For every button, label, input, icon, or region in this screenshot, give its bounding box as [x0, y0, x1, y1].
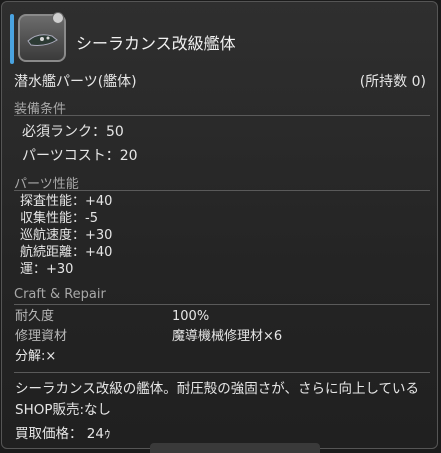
- shop-sale-status: SHOP販売:なし: [15, 402, 112, 418]
- rarity-accent-bar: [10, 14, 14, 64]
- durability-label: 耐久度: [15, 309, 55, 324]
- details-tab-button[interactable]: [150, 443, 320, 453]
- stat-row: 探査性能：+40: [20, 194, 113, 209]
- stat-row: 航続距離：+40: [20, 245, 113, 260]
- divider: [14, 304, 430, 305]
- craft-repair-heading: Craft & Repair: [14, 287, 106, 302]
- collectable-badge-icon: [52, 12, 64, 24]
- divider: [14, 372, 430, 373]
- divider: [14, 115, 430, 116]
- stat-row: 運：+30: [20, 262, 74, 277]
- repair-materials-value: 魔導機械修理材×6: [172, 329, 283, 344]
- item-name: シーラカンス改級艦体: [76, 34, 236, 53]
- required-rank: 必須ランク：50: [22, 124, 124, 140]
- durability-value: 100%: [172, 309, 210, 324]
- parts-cost: パーツコスト：20: [22, 148, 138, 164]
- desynth-status: 分解:×: [15, 349, 57, 364]
- stat-row: 収集性能：-5: [20, 211, 98, 226]
- sell-price: 買取価格： 24ｩ: [15, 426, 111, 442]
- repair-materials-label: 修理資材: [15, 329, 68, 344]
- divider: [14, 190, 430, 191]
- item-description: シーラカンス改級の艦体。耐圧殻の強固さが、さらに向上している: [15, 381, 420, 397]
- owned-count: (所持数 0): [359, 74, 426, 90]
- stat-row: 巡航速度：+30: [20, 228, 113, 243]
- item-type: 潜水艦パーツ(艦体): [14, 74, 137, 90]
- item-tooltip: シーラカンス改級艦体 潜水艦パーツ(艦体) (所持数 0) 装備条件 必須ランク…: [1, 1, 438, 449]
